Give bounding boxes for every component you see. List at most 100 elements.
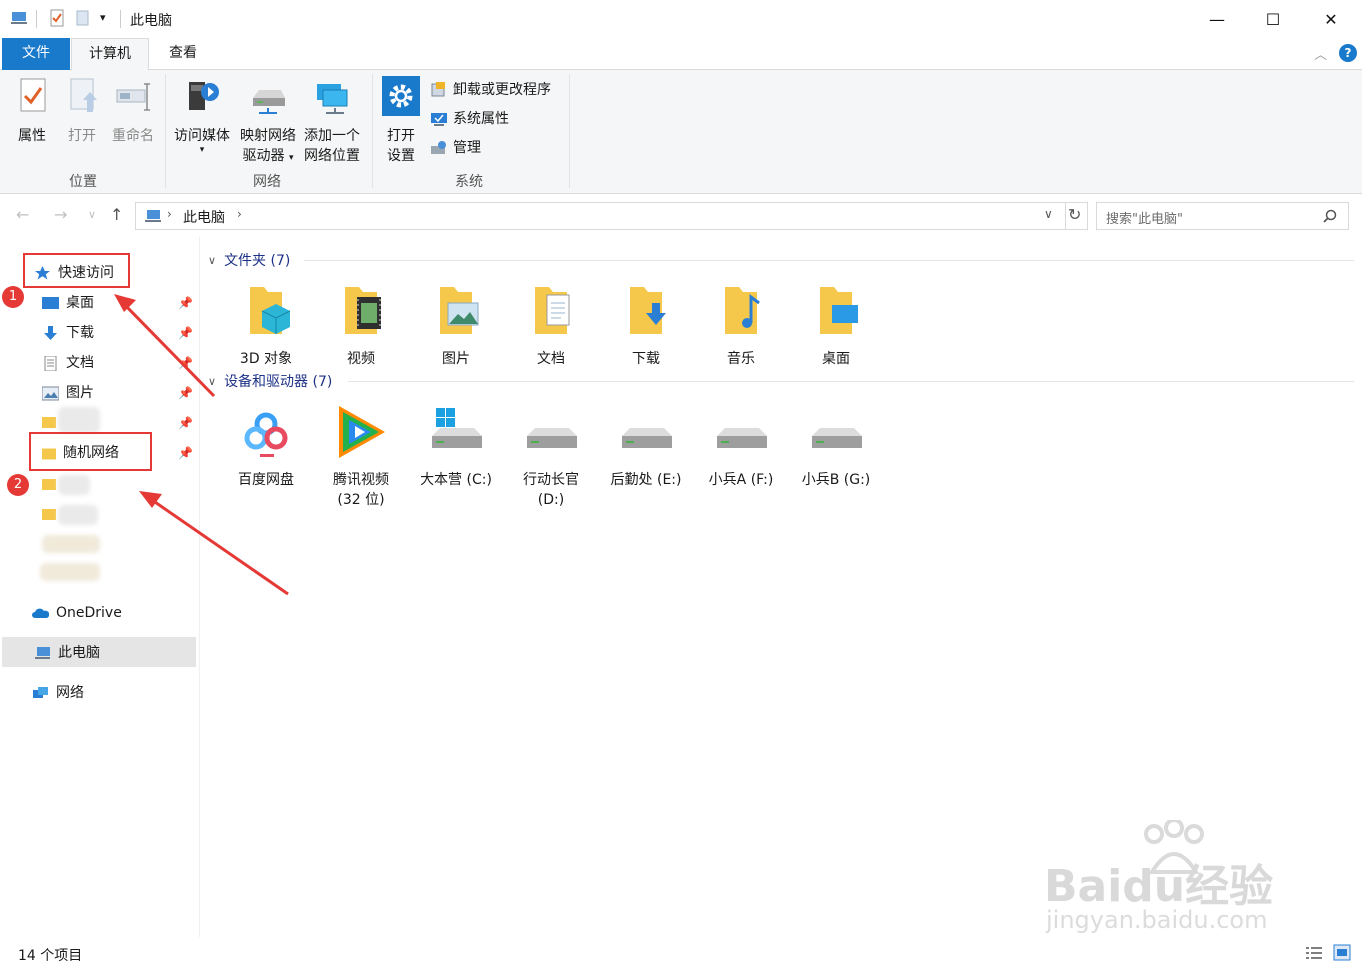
recent-locations-chevron-icon[interactable]: ∨ [88, 208, 96, 221]
tab-computer[interactable]: 计算机 [71, 38, 149, 71]
customize-qat-chevron-icon[interactable]: ▾ [100, 11, 106, 24]
close-button[interactable]: ✕ [1302, 0, 1360, 38]
properties-quick-icon[interactable] [48, 9, 66, 27]
videos-folder-icon [345, 287, 381, 334]
add-network-location-label-line1: 添加一个 [304, 128, 360, 144]
folder-tile-pictures[interactable]: 图片 [412, 281, 500, 369]
collapse-ribbon-chevron-icon[interactable]: ︿ [1314, 44, 1327, 63]
search-box[interactable]: 搜索"此电脑" [1096, 202, 1349, 230]
minimize-button[interactable]: — [1188, 0, 1246, 38]
back-arrow-icon[interactable]: ← [16, 205, 29, 224]
document-icon [44, 355, 57, 371]
nav-item-label: 图片 [66, 385, 94, 401]
open-settings-button[interactable]: 打开 设置 [378, 76, 424, 166]
system-properties-icon [431, 113, 447, 126]
device-tile-drive-e[interactable]: 后勤处 (E:) [602, 402, 690, 490]
refresh-icon[interactable]: ↻ [1068, 205, 1081, 224]
address-bar[interactable]: › 此电脑 › ∨ ↻ [135, 202, 1088, 230]
map-network-drive-label-line1: 映射网络 [240, 128, 296, 144]
navigation-pane: 快速访问 桌面 📌 下载 📌 文档 📌 图片 📌 📌 随机网络 📌 OneDri… [0, 237, 200, 937]
open-button[interactable]: 打开 [60, 76, 104, 146]
devices-section-header[interactable]: ∨ 设备和驱动器 (7) [208, 371, 332, 391]
manage-icon [431, 141, 446, 154]
collapse-chevron-icon[interactable]: ∨ [208, 375, 216, 388]
manage-label: 管理 [453, 140, 481, 156]
watermark-main: Baidu经验 [1044, 861, 1274, 912]
ribbon-panel: 属性 打开 重命名 位置 访问媒体 ▾ 映射网络 驱动器 ▾ 添加一个 网络位置… [0, 70, 1362, 194]
add-network-location-button[interactable]: 添加一个 网络位置 [300, 76, 364, 166]
folder-tile-documents[interactable]: 文档 [507, 281, 595, 369]
folders-section-header[interactable]: ∨ 文件夹 (7) [208, 250, 290, 270]
new-folder-quick-icon[interactable] [74, 9, 92, 27]
access-media-button[interactable]: 访问媒体 ▾ [170, 76, 234, 155]
map-network-drive-icon [253, 90, 285, 114]
device-tile-tencent-video[interactable]: 腾讯视频 (32 位) [317, 402, 405, 510]
device-tile-drive-f[interactable]: 小兵A (F:) [697, 402, 785, 490]
uninstall-programs-button[interactable]: 卸载或更改程序 [430, 79, 551, 101]
folder-tile-label: 图片 [442, 351, 470, 367]
nav-onedrive[interactable]: OneDrive [32, 599, 122, 627]
rename-button[interactable]: 重命名 [108, 76, 158, 146]
details-view-icon[interactable] [1305, 945, 1323, 961]
folder-tile-desktop[interactable]: 桌面 [792, 281, 880, 369]
pin-icon[interactable]: 📌 [178, 296, 193, 310]
drive-icon [717, 428, 767, 448]
breadcrumb-chevron-icon[interactable]: › [237, 207, 242, 221]
nav-item-label: 桌面 [66, 295, 94, 311]
pictures-folder-icon [440, 287, 479, 334]
search-icon[interactable] [1323, 209, 1337, 223]
properties-button[interactable]: 属性 [10, 76, 54, 146]
redacted-folder-name [58, 475, 90, 495]
nav-network[interactable]: 网络 [32, 679, 84, 707]
group-label-location: 位置 [69, 174, 97, 190]
folder-icon [42, 509, 56, 520]
properties-label: 属性 [18, 128, 46, 144]
nav-item-desktop[interactable]: 桌面 [42, 289, 94, 317]
device-tile-drive-c[interactable]: 大本营 (C:) [412, 402, 500, 490]
nav-item-pictures[interactable]: 图片 [42, 379, 94, 407]
up-arrow-icon[interactable]: ↑ [110, 205, 123, 224]
tab-view[interactable]: 查看 [150, 38, 216, 70]
pin-icon[interactable]: 📌 [178, 356, 193, 370]
device-tile-drive-d[interactable]: 行动长官 (D:) [507, 402, 595, 510]
nav-item-downloads[interactable]: 下载 [42, 319, 94, 347]
map-network-drive-button[interactable]: 映射网络 驱动器 ▾ [236, 76, 300, 168]
pin-icon[interactable]: 📌 [178, 386, 193, 400]
this-pc-icon [11, 12, 27, 24]
group-separator [569, 74, 570, 188]
divider [1065, 203, 1066, 229]
device-tile-baidu-netdisk[interactable]: 百度网盘 [222, 402, 310, 490]
breadcrumb-this-pc[interactable]: 此电脑 [183, 207, 225, 227]
pin-icon[interactable]: 📌 [178, 326, 193, 340]
system-drive-icon [432, 408, 482, 448]
folder-tile-label: 视频 [347, 351, 375, 367]
address-dropdown-chevron-icon[interactable]: ∨ [1044, 207, 1053, 221]
folder-tile-music[interactable]: 音乐 [697, 281, 785, 369]
maximize-button[interactable]: ☐ [1244, 0, 1302, 38]
desktop-folder-icon [820, 287, 858, 334]
device-tile-label: 大本营 (C:) [420, 472, 492, 488]
tab-file[interactable]: 文件 [2, 38, 70, 70]
open-settings-label-line2: 设置 [387, 148, 415, 164]
pin-icon[interactable]: 📌 [178, 416, 193, 430]
large-icons-view-icon[interactable] [1333, 944, 1351, 961]
help-button[interactable]: ? [1339, 44, 1357, 62]
drive-icon [622, 428, 672, 448]
folder-tile-3d-objects[interactable]: 3D 对象 [222, 281, 310, 369]
pin-icon[interactable]: 📌 [178, 446, 193, 460]
manage-button[interactable]: 管理 [430, 137, 481, 159]
ribbon-tabs: 文件 计算机 查看 ︿ ? [0, 38, 1362, 71]
nav-item-documents[interactable]: 文档 [42, 349, 94, 377]
device-tile-drive-g[interactable]: 小兵B (G:) [792, 402, 880, 490]
nav-this-pc[interactable]: 此电脑 [34, 639, 100, 667]
access-media-label: 访问媒体 [174, 128, 230, 144]
watermark-sub: jingyan.baidu.com [1046, 906, 1268, 934]
system-properties-button[interactable]: 系统属性 [430, 108, 509, 130]
search-placeholder: 搜索"此电脑" [1106, 212, 1183, 227]
folder-tile-videos[interactable]: 视频 [317, 281, 405, 369]
forward-arrow-icon[interactable]: → [54, 205, 67, 224]
redacted-folder-name [40, 563, 100, 581]
collapse-chevron-icon[interactable]: ∨ [208, 254, 216, 267]
nav-network-label: 网络 [56, 685, 84, 701]
folder-tile-downloads[interactable]: 下载 [602, 281, 690, 369]
